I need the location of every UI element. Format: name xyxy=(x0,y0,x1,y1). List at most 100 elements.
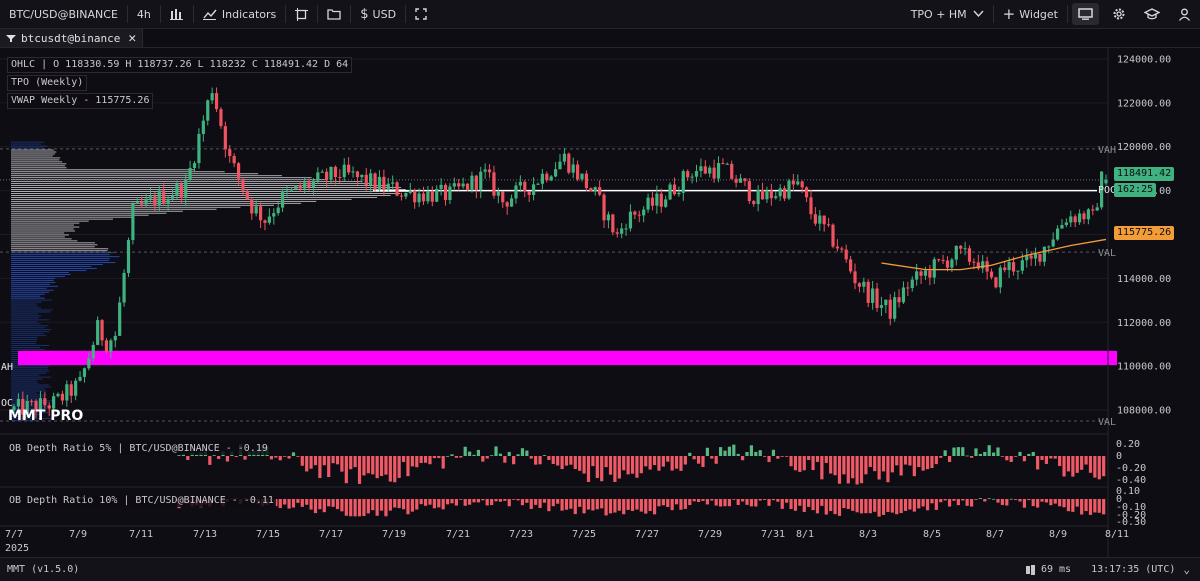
ob-depth-5-bar xyxy=(225,456,230,462)
fullscreen-button[interactable] xyxy=(406,0,436,29)
candle-body xyxy=(998,267,1002,288)
ob-depth-5-bar xyxy=(648,456,652,470)
ob-depth-10-bar xyxy=(763,499,767,500)
ob-depth-10-legend[interactable]: OB Depth Ratio 10% | BTC/USD@BINANCE - -… xyxy=(7,494,276,507)
candle-body xyxy=(571,164,575,173)
profile-row xyxy=(11,299,53,301)
ob-depth-10-bar xyxy=(551,499,555,507)
ob-depth-5-bar xyxy=(785,456,789,457)
ob-depth-5-bar xyxy=(807,456,811,460)
ob-depth-10-bar xyxy=(1036,499,1040,508)
candle-body xyxy=(188,167,192,180)
candle-body xyxy=(307,182,311,188)
ob-depth-10-bar xyxy=(1097,499,1101,513)
indicators-button[interactable]: Indicators xyxy=(194,0,285,29)
vwap-legend[interactable]: VWAP Weekly - 115775.26 xyxy=(7,93,154,109)
candle-body xyxy=(923,270,928,276)
profile-row xyxy=(11,165,66,167)
candle-body xyxy=(351,171,355,173)
time-tick-label: 8/3 xyxy=(859,529,877,540)
settings-button[interactable] xyxy=(1103,0,1135,29)
candle-body xyxy=(439,184,443,189)
price-tick-label: 124000.00 xyxy=(1117,54,1171,65)
ob-depth-10-bar xyxy=(881,499,886,515)
candle-body xyxy=(765,190,769,200)
learn-button[interactable] xyxy=(1135,0,1169,29)
ob-depth-5-bar xyxy=(300,456,304,466)
ob-depth-5-bar xyxy=(432,456,436,459)
collapse-icon[interactable]: ⌄ xyxy=(1183,563,1190,576)
candle-body xyxy=(153,196,157,206)
tpo-legend[interactable]: TPO (Weekly) xyxy=(7,75,88,91)
symbol-selector[interactable]: BTC/USD@BINANCE xyxy=(0,0,127,29)
candle-body xyxy=(435,188,439,202)
left-vah-marker: AH xyxy=(1,362,14,373)
profile-row xyxy=(11,313,39,315)
ob-depth-5-bar xyxy=(503,456,507,463)
profile-row xyxy=(11,143,42,145)
price-chart[interactable]: 124000.00122000.00120000.00118000.001160… xyxy=(0,48,1200,557)
candle-body xyxy=(386,183,390,190)
ob-depth-10-bar xyxy=(899,499,903,514)
ob-depth-10-bar xyxy=(388,499,392,511)
candle-body xyxy=(738,178,743,183)
candle-body xyxy=(355,171,360,178)
chart-type-button[interactable] xyxy=(161,0,193,29)
profile-row xyxy=(11,193,401,194)
ob-depth-5-bar xyxy=(873,456,877,472)
open-layout-button[interactable] xyxy=(318,0,350,29)
ob-depth-5-bar xyxy=(305,456,309,472)
ob-depth-5-legend[interactable]: OB Depth Ratio 5% | BTC/USD@BINANCE - -0… xyxy=(7,442,270,455)
profile-row xyxy=(11,368,49,370)
candle-body xyxy=(1007,262,1011,271)
candle-body xyxy=(950,259,954,268)
candle-body xyxy=(197,133,201,164)
ob-depth-5-bar xyxy=(212,455,216,456)
profile-row xyxy=(11,258,110,260)
candle-body xyxy=(1091,209,1095,211)
profile-row xyxy=(11,307,41,309)
drawing-button[interactable] xyxy=(286,0,317,29)
monitor-icon xyxy=(1078,8,1093,20)
ob-depth-10-bar xyxy=(688,499,692,506)
ob-depth-5-bar xyxy=(767,456,771,463)
candle-body xyxy=(219,109,223,127)
profile-row xyxy=(11,230,76,232)
profile-row xyxy=(11,171,225,173)
add-widget-button[interactable]: + Widget xyxy=(994,0,1067,29)
ob-depth-10-bar xyxy=(987,498,991,500)
chart-tab[interactable]: btcusdt@binance ✕ xyxy=(0,29,144,47)
ob-depth-5-bar xyxy=(754,451,758,456)
ob-depth-5-bar xyxy=(177,455,181,456)
monitor-button[interactable] xyxy=(1072,3,1099,25)
candle-body xyxy=(65,384,69,401)
ob-depth-10-bar xyxy=(428,499,432,505)
ob-depth-10-bar xyxy=(864,499,868,514)
price-tick-label: 112000.00 xyxy=(1117,318,1171,329)
candle-body xyxy=(782,188,787,199)
ob-depth-10-bar xyxy=(542,499,547,503)
ob-depth-10-bar xyxy=(991,498,996,500)
ob-depth-5-bar xyxy=(851,456,855,479)
ob-depth-5-bar xyxy=(1058,456,1062,467)
ob-depth-10-bar xyxy=(639,499,643,512)
profile-row xyxy=(11,264,103,266)
ob-depth-5-bar xyxy=(604,456,608,468)
profile-row xyxy=(11,208,217,210)
ob-depth-5-bar xyxy=(727,446,732,456)
ob-depth-10-bar xyxy=(723,499,727,507)
currency-button[interactable]: $ USD xyxy=(351,0,405,29)
candle-body xyxy=(175,183,179,196)
profile-row xyxy=(11,173,259,175)
candle-body xyxy=(1038,253,1042,262)
ob-depth-5-bar xyxy=(1084,456,1088,465)
timeframe-selector[interactable]: 4h xyxy=(128,0,160,29)
candle-body xyxy=(518,181,522,186)
status-right: 69 ms 13:17:35 (UTC) ⌄ xyxy=(1025,563,1200,576)
year-label: 2025 xyxy=(5,543,30,554)
account-button[interactable] xyxy=(1169,0,1200,29)
candle-body xyxy=(681,171,685,193)
tpo-mode-selector[interactable]: TPO + HM xyxy=(902,0,993,29)
ob-depth-10-bar xyxy=(635,499,639,510)
close-icon[interactable]: ✕ xyxy=(128,31,136,46)
